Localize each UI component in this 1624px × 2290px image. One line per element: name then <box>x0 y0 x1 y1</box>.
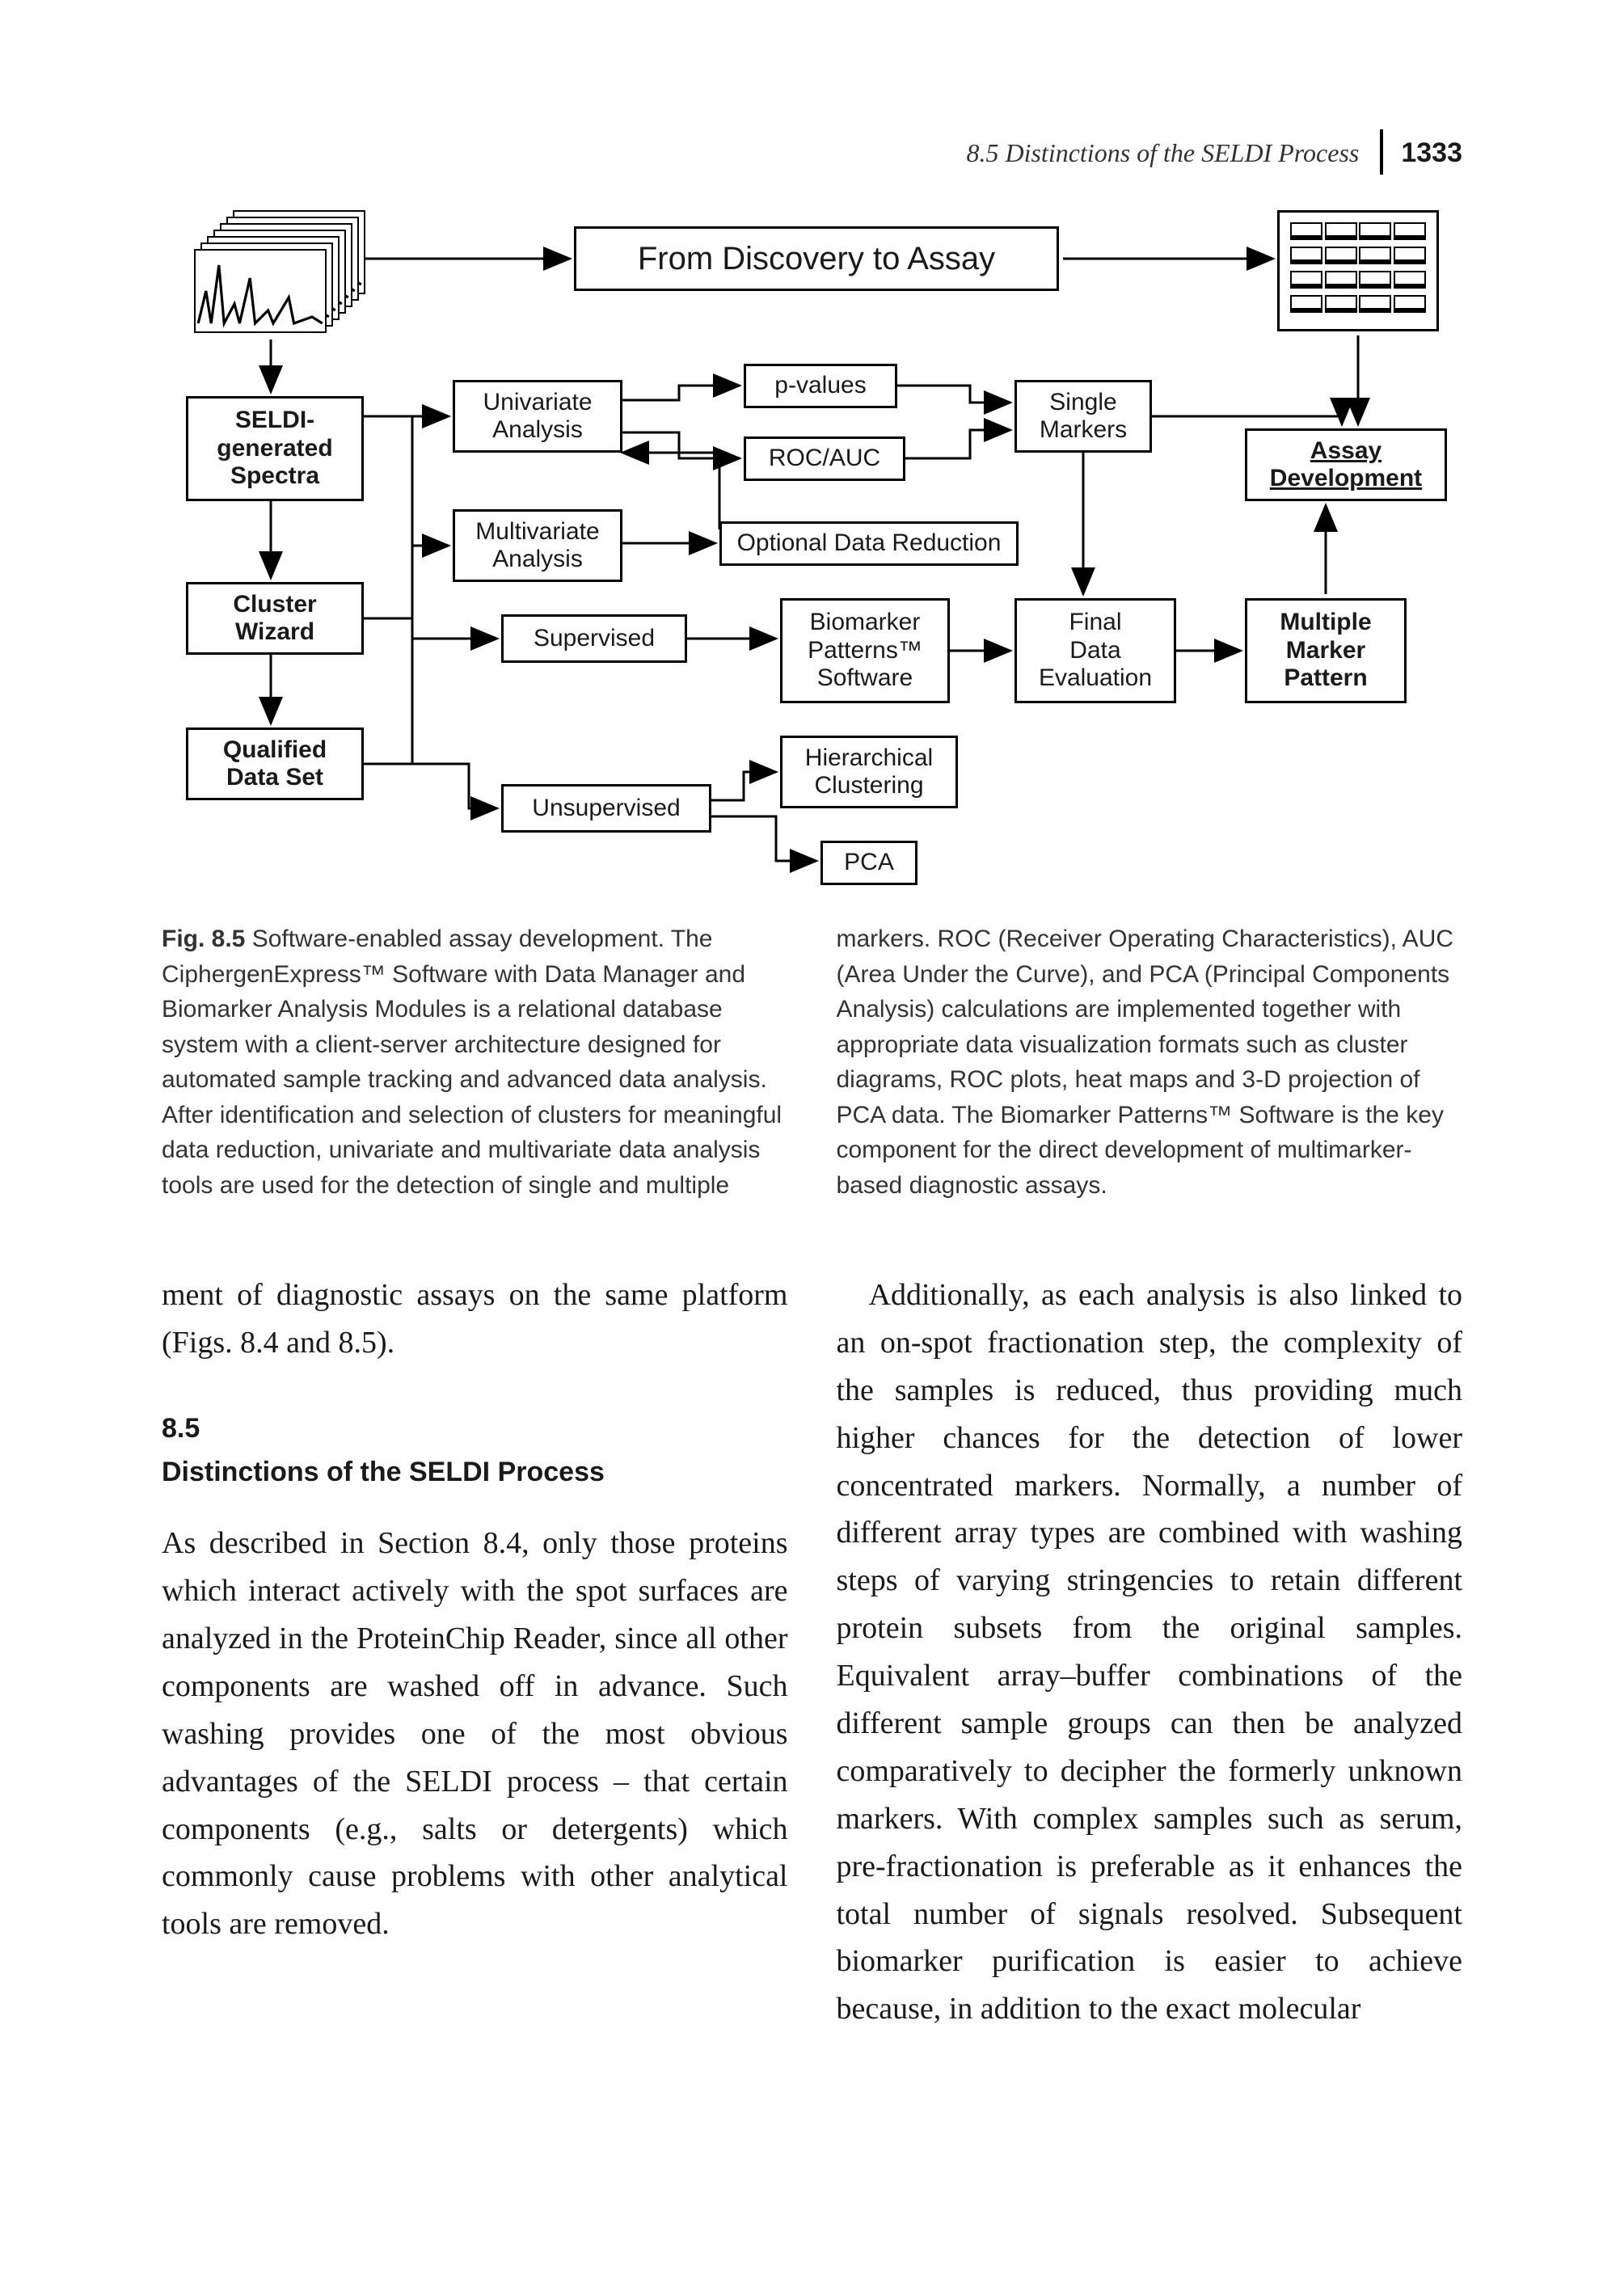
running-head: 8.5 Distinctions of the SELDI Process 13… <box>966 129 1462 175</box>
page: 8.5 Distinctions of the SELDI Process 13… <box>0 0 1624 2290</box>
caption-right: markers. ROC (Receiver Operating Charact… <box>837 921 1463 1203</box>
caption-left-text: Software-enabled assay development. The … <box>162 926 782 1199</box>
running-head-divider <box>1380 129 1383 175</box>
body-right-column: Additionally, as each analysis is also l… <box>837 1272 1463 2033</box>
section-title: Distinctions of the SELDI Process <box>162 1451 788 1494</box>
caption-lead: Fig. 8.5 <box>162 926 245 952</box>
section-number: 8.5 <box>162 1407 788 1450</box>
page-number: 1333 <box>1401 137 1462 168</box>
caption-left: Fig. 8.5 Software-enabled assay developm… <box>162 921 788 1203</box>
body-left-column: ment of diagnostic assays on the same pl… <box>162 1272 788 2033</box>
figure-arrows <box>162 202 1455 897</box>
body-left-para: As described in Section 8.4, only those … <box>162 1520 788 1948</box>
figure-8-5-diagram: From Discovery to Assay SELDI- generated… <box>162 202 1455 897</box>
body-left-intro: ment of diagnostic assays on the same pl… <box>162 1272 788 1367</box>
figure-caption: Fig. 8.5 Software-enabled assay developm… <box>162 921 1462 1203</box>
running-title: 8.5 Distinctions of the SELDI Process <box>966 138 1359 167</box>
body-right-para: Additionally, as each analysis is also l… <box>837 1272 1463 2033</box>
body-text: ment of diagnostic assays on the same pl… <box>162 1272 1462 2033</box>
